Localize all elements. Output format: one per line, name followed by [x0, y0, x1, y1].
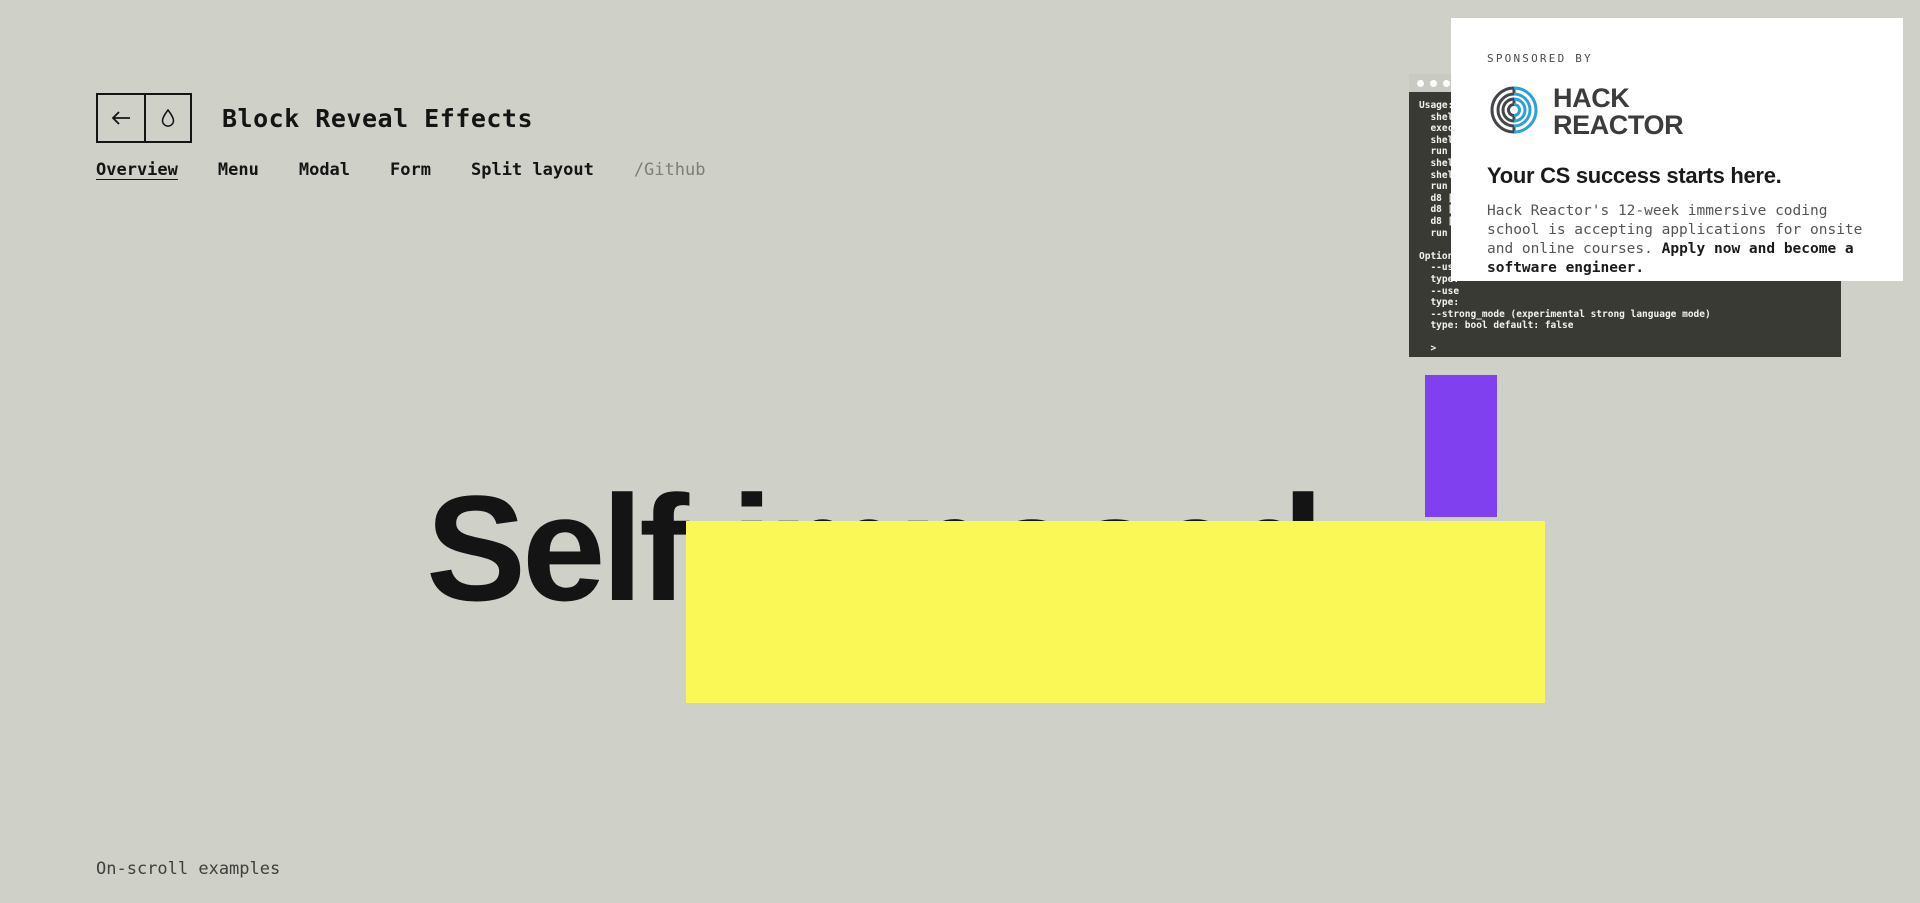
theme-toggle-button[interactable]: [143, 95, 190, 141]
nav-item-overview[interactable]: Overview: [96, 160, 178, 180]
nav-item-menu[interactable]: Menu: [218, 160, 259, 180]
sponsor-body: Hack Reactor's 12-week immersive coding …: [1487, 202, 1867, 278]
sponsor-logo-row: HACK REACTOR: [1487, 83, 1867, 141]
nav-item-form[interactable]: Form: [390, 160, 431, 180]
main-nav: Overview Menu Modal Form Split layout /G…: [96, 160, 745, 180]
page-title: Block Reveal Effects: [222, 103, 534, 133]
nav-item-modal[interactable]: Modal: [299, 160, 350, 180]
hero-headline: Self-imposed: [426, 463, 1324, 632]
arrow-left-icon: [110, 110, 132, 126]
brand-line-1: HACK: [1553, 83, 1630, 113]
nav-item-github[interactable]: /Github: [634, 160, 706, 180]
nav-item-split-layout[interactable]: Split layout: [471, 160, 594, 180]
terminal-dot-maximize: [1443, 79, 1450, 87]
sponsor-card[interactable]: SPONSORED BY HACK REACTOR Your CS succes…: [1451, 18, 1903, 281]
droplet-icon: [160, 108, 176, 128]
back-button[interactable]: [98, 95, 144, 141]
sponsored-label: SPONSORED BY: [1487, 52, 1593, 65]
reveal-block-yellow: [686, 521, 1545, 703]
terminal-dot-minimize: [1430, 79, 1437, 87]
reveal-block-purple: [1425, 375, 1497, 517]
header-icon-group: [96, 93, 192, 143]
terminal-dot-close: [1417, 79, 1424, 87]
brand-line-2: REACTOR: [1553, 110, 1684, 140]
hack-reactor-logo-icon: [1487, 83, 1541, 141]
sponsor-headline: Your CS success starts here.: [1487, 163, 1782, 188]
hack-reactor-wordmark: HACK REACTOR: [1553, 83, 1684, 140]
site-header: Block Reveal Effects: [96, 93, 533, 143]
footer-note: On-scroll examples: [96, 859, 281, 879]
